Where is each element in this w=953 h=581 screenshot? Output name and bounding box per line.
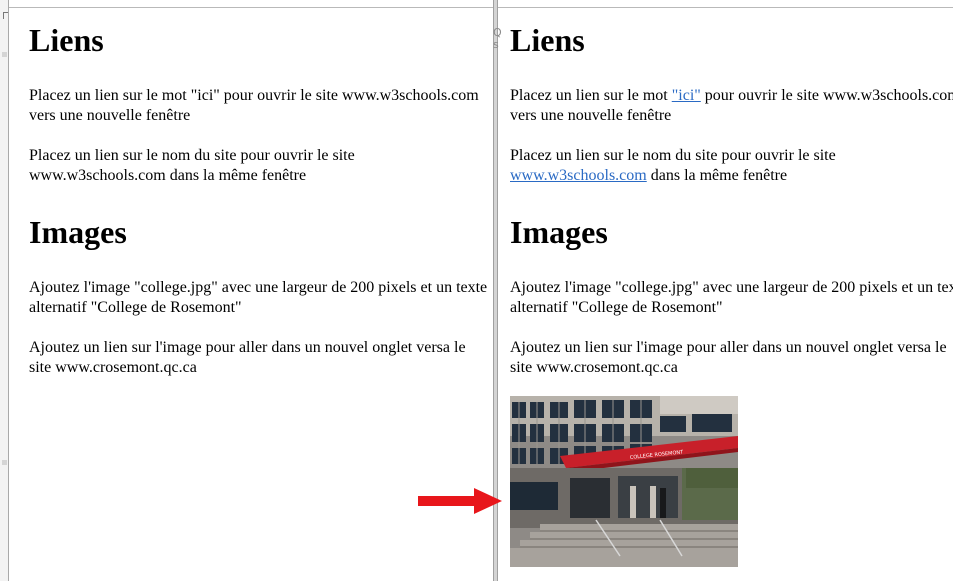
text-segment: dans la même fenêtre: [646, 167, 788, 184]
preview-paragraph-image: Ajoutez l'image "college.jpg" avec une l…: [510, 279, 953, 316]
instruction-link-site: Placez un lien sur le nom du site pour o…: [29, 147, 355, 184]
ici-link[interactable]: "ici": [672, 87, 701, 104]
preview-paragraph-image-link: Ajoutez un lien sur l'image pour aller d…: [510, 339, 947, 376]
editor-edge-strip: [0, 0, 9, 581]
instruction-image-link: Ajoutez un lien sur l'image pour aller d…: [29, 339, 466, 376]
instruction-link-ici: Placez un lien sur le mot "ici" pour ouv…: [29, 87, 479, 124]
gutter-marker: [2, 460, 7, 465]
instruction-image: Ajoutez l'image "college.jpg" avec une l…: [29, 279, 488, 316]
preview-paragraph-ici: Placez un lien sur le mot "ici" pour ouv…: [510, 86, 953, 126]
text-segment: Placez un lien sur le mot: [510, 87, 672, 104]
images-heading: Images: [510, 214, 608, 250]
fold-marker: [3, 12, 8, 19]
liens-heading: Liens: [29, 22, 104, 58]
preview-paragraph-site: Placez un lien sur le nom du site pour o…: [510, 146, 953, 186]
gutter-marker: [2, 52, 7, 57]
w3schools-link[interactable]: www.w3schools.com: [510, 167, 647, 184]
rendered-preview-pane: Liens Placez un lien sur le mot "ici" po…: [498, 0, 953, 581]
red-arrow-icon: [418, 488, 502, 514]
liens-heading: Liens: [510, 22, 585, 58]
images-heading: Images: [29, 214, 127, 250]
college-rosemont-image[interactable]: COLLEGE ROSEMONT: [510, 396, 738, 567]
text-segment: Placez un lien sur le nom du site pour o…: [510, 147, 836, 164]
